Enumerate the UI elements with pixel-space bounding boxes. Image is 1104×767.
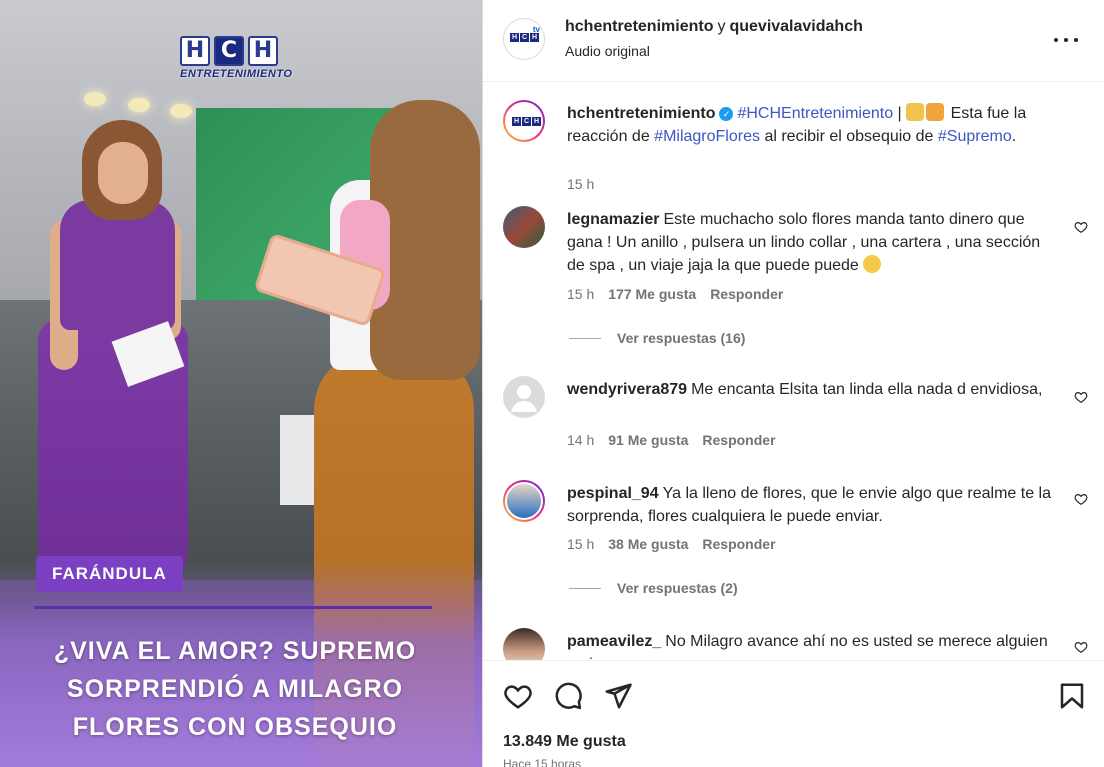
caption-avatar[interactable]: H C H	[503, 100, 545, 142]
comment-text: pameavilez_ No Milagro avance ahí no es u…	[567, 630, 1057, 660]
divider-line	[569, 587, 601, 589]
divider-line	[569, 337, 601, 339]
logo-letter: C	[214, 36, 244, 66]
comment-time[interactable]: 14 h	[567, 432, 594, 448]
comment-likes[interactable]: 177 Me gusta	[608, 286, 696, 302]
comment-body: Me encanta Elsita tan linda ella nada d …	[691, 381, 1043, 398]
comment-bubble-icon[interactable]	[553, 681, 583, 711]
logo-letter: H	[512, 117, 521, 126]
author-avatar[interactable]: tv H C H	[503, 18, 545, 60]
hashtag-link[interactable]: #HCHEntretenimiento	[737, 105, 893, 122]
studio-light	[128, 98, 150, 112]
hashtag-link[interactable]: #MilagroFlores	[654, 128, 760, 145]
comment-item: wendyrivera879 Me encanta Elsita tan lind…	[483, 376, 1104, 456]
comment-username[interactable]: legnamazier	[567, 211, 659, 228]
like-comment-icon[interactable]	[1074, 220, 1088, 234]
likes-count[interactable]: 13.849 Me gusta	[503, 733, 626, 751]
video-headline: ¿VIVA EL AMOR? SUPREMO SORPRENDIÓ A MILA…	[53, 637, 417, 741]
logo-letter: C	[522, 117, 531, 126]
post-header: tv H C H hchentretenimiento y quevivalavid…	[483, 0, 1104, 82]
logo-subtitle: ENTRETENIMIENTO	[180, 68, 293, 80]
comment-item: pameavilez_ No Milagro avance ahí no es u…	[483, 628, 1104, 660]
comment-likes[interactable]: 38 Me gusta	[608, 536, 688, 552]
comment-meta: 14 h 91 Me gusta Responder	[567, 432, 776, 448]
caption-text: hchentretenimiento ✓ #HCHEntretenimiento |…	[567, 102, 1057, 148]
logo-letter: H	[530, 33, 539, 42]
post-details-panel: tv H C H hchentretenimiento y quevivalavid…	[482, 0, 1104, 767]
hashtag-link[interactable]: #Supremo	[938, 128, 1012, 145]
comment-time[interactable]: 15 h	[567, 286, 594, 302]
reply-button[interactable]: Responder	[710, 286, 783, 302]
presenter-purple-outfit	[30, 120, 190, 590]
more-options-icon[interactable]	[1054, 30, 1078, 50]
post-time: Hace 15 horas	[503, 757, 582, 767]
hch-logo: H C H ENTRETENIMIENTO	[180, 36, 293, 88]
view-replies-button[interactable]: Ver respuestas (2)	[569, 580, 738, 596]
caption-separator: |	[897, 105, 902, 122]
caption-body: al recibir el obsequio de	[764, 128, 934, 145]
like-comment-icon[interactable]	[1074, 390, 1088, 404]
comments-list[interactable]: H C H hchentretenimiento ✓ #HCHEntretenimi…	[483, 82, 1104, 660]
comment-username[interactable]: pameavilez_	[567, 633, 661, 650]
hch-mini-logo: H C H	[510, 33, 539, 42]
logo-letter: H	[532, 117, 541, 126]
comment-meta: 15 h 177 Me gusta Responder	[567, 286, 783, 302]
view-replies-label: Ver respuestas (2)	[617, 580, 738, 596]
emoji-icon	[906, 103, 925, 121]
category-tag: FARÁNDULA	[36, 556, 183, 592]
audio-link[interactable]: Audio original	[565, 43, 650, 59]
logo-letter: H	[248, 36, 278, 66]
tag-divider	[34, 606, 432, 609]
logo-letter: H	[180, 36, 210, 66]
post-caption: H C H hchentretenimiento ✓ #HCHEntretenimi…	[483, 100, 1104, 192]
studio-light	[84, 92, 106, 106]
logo-letter: H	[510, 33, 519, 42]
caption-meta: 15 h	[567, 176, 594, 192]
caption-username[interactable]: hchentretenimiento	[567, 105, 715, 122]
logo-letter: C	[520, 33, 529, 42]
comment-item: pespinal_94 Ya la lleno de flores, que le…	[483, 480, 1104, 600]
reply-button[interactable]: Responder	[702, 536, 775, 552]
comment-item: legnamazier Este muchacho solo flores man…	[483, 206, 1104, 346]
post-modal: H C H ENTRETENIMIENTO FARÁNDULA ¿VIVA EL…	[0, 0, 1104, 767]
collab-username[interactable]: quevivalavidahch	[729, 18, 862, 35]
comment-text: legnamazier Este muchacho solo flores man…	[567, 208, 1057, 277]
save-bookmark-icon[interactable]	[1057, 681, 1087, 711]
comment-meta: 15 h 38 Me gusta Responder	[567, 536, 776, 552]
verified-badge-icon: ✓	[719, 107, 734, 121]
emoji-icon	[926, 103, 945, 121]
commenter-avatar[interactable]	[503, 480, 545, 522]
emoji-icon	[863, 255, 882, 273]
comment-text: wendyrivera879 Me encanta Elsita tan lind…	[567, 378, 1057, 401]
commenter-avatar[interactable]	[503, 628, 545, 660]
author-username[interactable]: hchentretenimiento	[565, 18, 713, 35]
comment-username[interactable]: wendyrivera879	[567, 381, 687, 398]
reply-button[interactable]: Responder	[702, 432, 775, 448]
post-actions-bar: 13.849 Me gusta Hace 15 horas	[483, 660, 1104, 767]
commenter-avatar[interactable]	[503, 206, 545, 248]
caption-time[interactable]: 15 h	[567, 176, 594, 192]
hch-mini-logo: H C H	[512, 117, 541, 126]
joiner-text: y	[717, 18, 726, 35]
author-names: hchentretenimiento y quevivalavidahch	[565, 18, 863, 36]
post-video[interactable]: H C H ENTRETENIMIENTO FARÁNDULA ¿VIVA EL…	[0, 0, 482, 767]
view-replies-button[interactable]: Ver respuestas (16)	[569, 330, 745, 346]
like-comment-icon[interactable]	[1074, 640, 1088, 654]
like-heart-icon[interactable]	[503, 681, 533, 711]
comment-time[interactable]: 15 h	[567, 536, 594, 552]
default-avatar-icon[interactable]	[503, 376, 545, 418]
view-replies-label: Ver respuestas (16)	[617, 330, 746, 346]
studio-light	[170, 104, 192, 118]
like-comment-icon[interactable]	[1074, 492, 1088, 506]
comment-username[interactable]: pespinal_94	[567, 485, 659, 502]
share-paper-plane-icon[interactable]	[603, 681, 633, 711]
comment-text: pespinal_94 Ya la lleno de flores, que le…	[567, 482, 1057, 528]
comment-likes[interactable]: 91 Me gusta	[608, 432, 688, 448]
caption-body: .	[1011, 128, 1017, 145]
